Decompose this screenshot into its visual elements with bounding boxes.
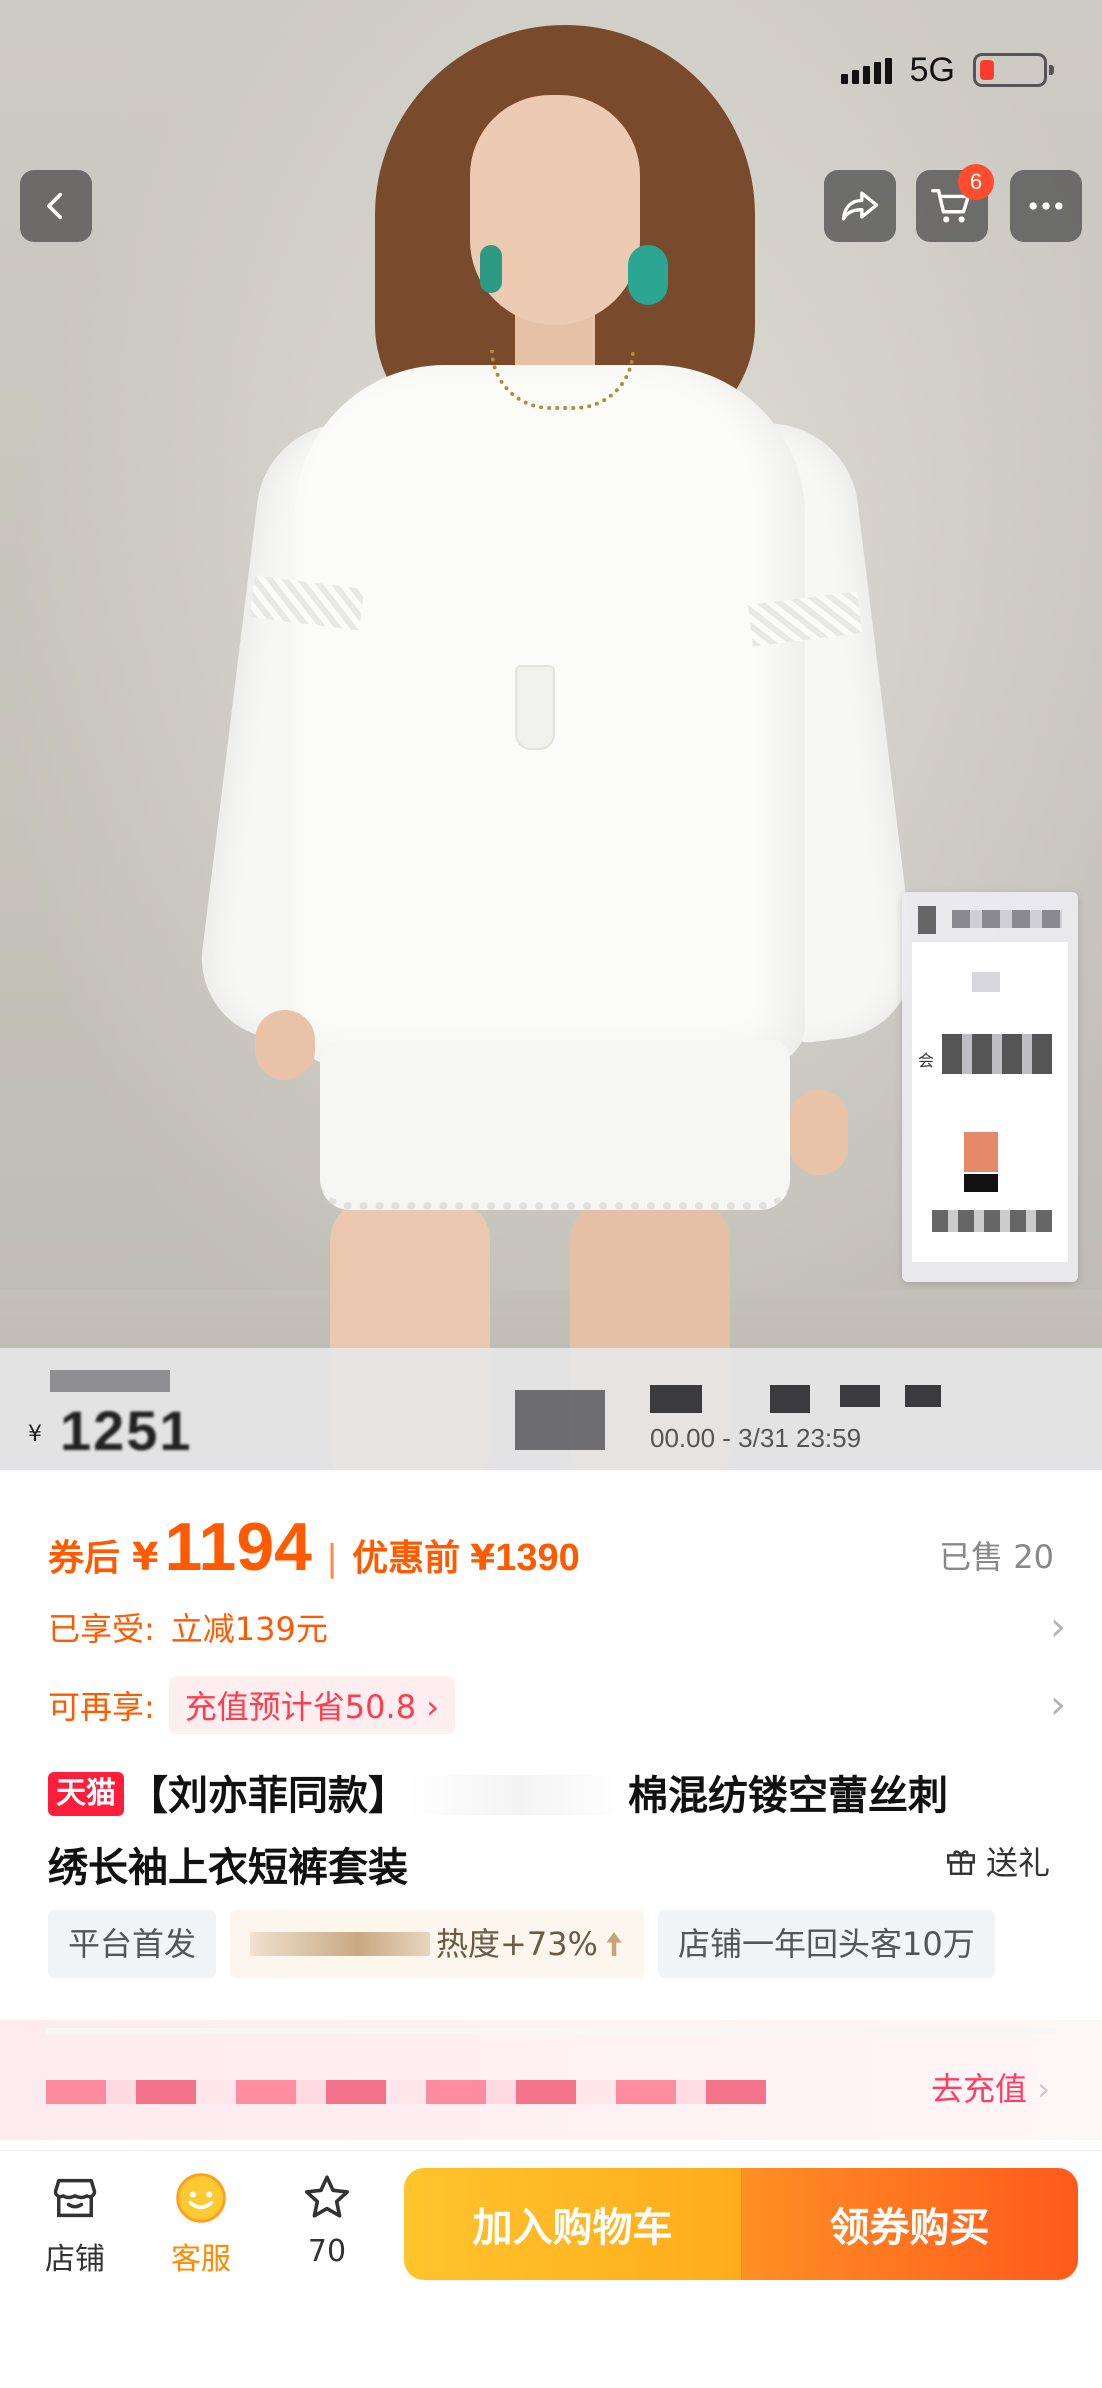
title-part-2: 棉混纺镂空蕾丝刺 <box>628 1773 948 1819</box>
buy-with-coupon-button[interactable]: 领券购买 <box>741 2168 1078 2280</box>
recharge-savings-pill[interactable]: 充值预计省50.8 › <box>168 1676 456 1734</box>
sold-count: 已售 20 <box>939 1538 1054 1576</box>
shorts <box>320 1040 790 1210</box>
model-hand-left <box>255 1010 315 1080</box>
chevron-right-icon: › <box>1050 1604 1066 1650</box>
before-discount-price: 1390 <box>495 1537 580 1579</box>
card-blur-block <box>918 906 936 934</box>
strip-blur-block <box>650 1385 702 1413</box>
gift-icon <box>947 1850 975 1875</box>
card-label: 会 <box>918 1051 935 1070</box>
gift-label: 送礼 <box>985 1844 1050 1882</box>
chevron-right-icon: › <box>1050 1682 1066 1728</box>
discount-label: 已享受: <box>48 1610 155 1648</box>
more-button[interactable] <box>1010 170 1082 242</box>
card-blur-block <box>964 1174 998 1192</box>
network-type: 5G <box>909 50 955 89</box>
shop-button[interactable]: 店铺 <box>20 2170 130 2278</box>
battery-low-icon <box>973 53 1054 87</box>
favorite-count: 70 <box>307 2234 347 2269</box>
service-label: 客服 <box>171 2242 231 2277</box>
after-coupon-price: 1194 <box>164 1509 312 1585</box>
price-row: 券后 ¥ 1194 | 优惠前 ¥ 1390 <box>48 1508 580 1586</box>
banner-blurred-text <box>46 2080 766 2104</box>
signal-bars-icon <box>840 56 892 84</box>
discount-value: 立减139元 <box>170 1610 328 1648</box>
more-dots-icon <box>1029 202 1063 210</box>
earring-right <box>628 245 668 305</box>
title-blurred-segment <box>408 1775 628 1815</box>
service-smiley-icon <box>173 2170 229 2226</box>
card-blur-block <box>952 910 1062 928</box>
extra-discount-row[interactable]: 可再享: 充值预计省50.8 › › <box>48 1676 1066 1734</box>
add-to-cart-button[interactable]: 加入购物车 <box>404 2168 741 2280</box>
before-discount-label: 优惠前 <box>352 1538 461 1579</box>
card-blur-block <box>942 1034 1052 1074</box>
title-line-2: 绣长袖上衣短裤套装 <box>48 1845 408 1891</box>
tag-blurred-segment <box>250 1932 431 1956</box>
strip-currency: ¥ <box>28 1422 42 1447</box>
price-separator: | <box>326 1538 339 1579</box>
star-icon <box>299 2170 355 2226</box>
after-coupon-label: 券后 <box>48 1538 121 1579</box>
tag-row: 平台首发 热度+73% 店铺一年回头客10万 <box>48 1910 995 1978</box>
gift-button[interactable]: 送礼 <box>944 1838 1050 1884</box>
share-button[interactable] <box>824 170 896 242</box>
store-icon <box>47 2170 103 2226</box>
chevron-right-icon: › <box>426 1688 440 1726</box>
strip-blur-block <box>905 1385 941 1407</box>
currency-symbol: ¥ <box>132 1535 159 1579</box>
strip-time-range: 00.00 - 3/31 23:59 <box>650 1423 862 1453</box>
blouse-tassel <box>515 665 555 750</box>
recharge-link-label: 去充值 <box>931 2070 1028 2108</box>
earring-left <box>480 245 502 293</box>
shop-label: 店铺 <box>45 2242 105 2277</box>
tmall-badge: 天猫 <box>48 1772 124 1816</box>
cart-button[interactable]: 6 <box>916 164 994 242</box>
extra-discount-label: 可再享: <box>48 1688 155 1726</box>
strip-blur-block <box>770 1385 810 1413</box>
card-blur-block <box>964 1132 998 1172</box>
divider <box>46 2028 1056 2034</box>
strip-price: 1251 <box>60 1399 193 1462</box>
tag-popularity[interactable]: 热度+73% <box>230 1910 644 1978</box>
back-arrow-icon <box>47 192 63 220</box>
model-hand-right <box>790 1090 848 1175</box>
cart-count-badge: 6 <box>958 164 994 200</box>
strip-blur-block <box>840 1385 880 1407</box>
customer-service-button[interactable]: 客服 <box>146 2170 256 2278</box>
before-currency-symbol: ¥ <box>470 1538 496 1579</box>
card-blur-block <box>972 972 1000 992</box>
tag-popularity-text: 热度+73% <box>436 1925 598 1963</box>
tag-returning-customers[interactable]: 店铺一年回头客10万 <box>657 1910 995 1978</box>
chevron-right-icon: › <box>1037 2070 1050 2108</box>
strip-blur-block <box>515 1390 605 1450</box>
card-blur-block <box>932 1210 1052 1232</box>
strip-blur-block <box>50 1370 170 1392</box>
purchase-buttons: 加入购物车 领券购买 <box>404 2168 1078 2280</box>
favorite-button[interactable]: 70 <box>272 2170 382 2269</box>
discount-row[interactable]: 已享受: 立减139元 › <box>48 1604 1066 1650</box>
floating-info-card[interactable] <box>902 892 1078 1282</box>
recharge-link[interactable]: 去充值 › <box>931 2064 1050 2110</box>
product-title: 天猫 【刘亦菲同款】 棉混纺镂空蕾丝刺 绣长袖上衣短裤套装 <box>48 1760 1058 1904</box>
tag-platform-first[interactable]: 平台首发 <box>48 1910 217 1978</box>
back-button[interactable] <box>20 170 92 242</box>
arrow-up-icon <box>606 1932 622 1956</box>
share-icon <box>841 191 879 221</box>
title-part-1: 【刘亦菲同款】 <box>128 1773 408 1819</box>
recharge-savings-text: 充值预计省50.8 <box>184 1688 417 1726</box>
status-bar: 5G <box>840 50 1054 90</box>
